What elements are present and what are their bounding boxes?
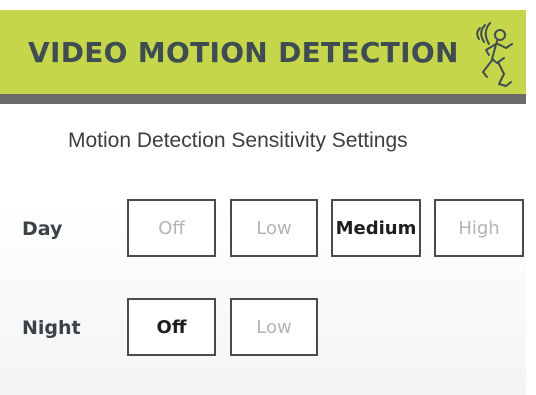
day-medium-button[interactable]: Medium — [331, 199, 421, 257]
night-off-button[interactable]: Off — [127, 298, 216, 356]
night-low-button[interactable]: Low — [230, 298, 318, 356]
section-title: Motion Detection Sensitivity Settings — [68, 129, 408, 152]
day-low-button[interactable]: Low — [230, 199, 318, 257]
header-divider — [0, 94, 526, 104]
page-title: VIDEO MOTION DETECTION — [28, 36, 459, 69]
day-high-button[interactable]: High — [434, 199, 524, 257]
motion-detection-screen: VIDEO MOTION DETECTION Motion Detection … — [0, 0, 536, 395]
day-row-label: Day — [22, 218, 63, 240]
day-off-button[interactable]: Off — [127, 199, 216, 257]
night-row-label: Night — [22, 317, 81, 339]
header-bar: VIDEO MOTION DETECTION — [0, 10, 526, 94]
motion-sensor-person-icon — [476, 22, 513, 87]
